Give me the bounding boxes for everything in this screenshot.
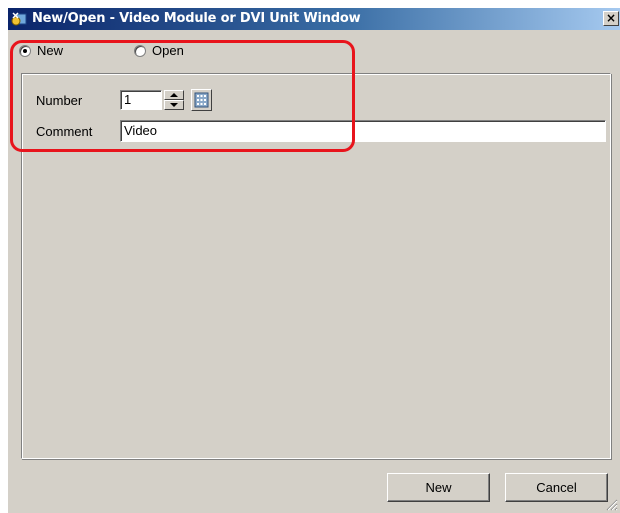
spin-down-arrow-icon[interactable] <box>164 100 184 110</box>
title-bar[interactable]: New/Open - Video Module or DVI Unit Wind… <box>8 8 620 30</box>
close-icon: × <box>605 11 617 25</box>
comment-input[interactable]: Video <box>120 120 606 142</box>
number-input[interactable]: 1 <box>120 90 162 110</box>
radio-open-label: Open <box>152 43 184 58</box>
keypad-icon <box>194 92 209 108</box>
keypad-button[interactable] <box>191 89 212 111</box>
window-title: New/Open - Video Module or DVI Unit Wind… <box>32 11 361 26</box>
app-window-icon <box>11 12 27 26</box>
radio-open-option[interactable]: Open <box>134 43 184 58</box>
comment-label: Comment <box>36 124 93 139</box>
spin-up-arrow-icon[interactable] <box>164 90 184 100</box>
new-button[interactable]: New <box>387 473 490 502</box>
close-button[interactable]: × <box>603 11 619 26</box>
radio-new-indicator[interactable] <box>19 44 31 57</box>
cancel-button[interactable]: Cancel <box>505 473 608 502</box>
number-spinner[interactable] <box>164 90 184 110</box>
radio-new-label: New <box>37 43 64 58</box>
radio-new-option[interactable]: New <box>19 43 63 58</box>
number-label: Number <box>36 93 83 108</box>
resize-grip-icon[interactable] <box>606 499 618 511</box>
radio-open-indicator[interactable] <box>134 44 146 57</box>
